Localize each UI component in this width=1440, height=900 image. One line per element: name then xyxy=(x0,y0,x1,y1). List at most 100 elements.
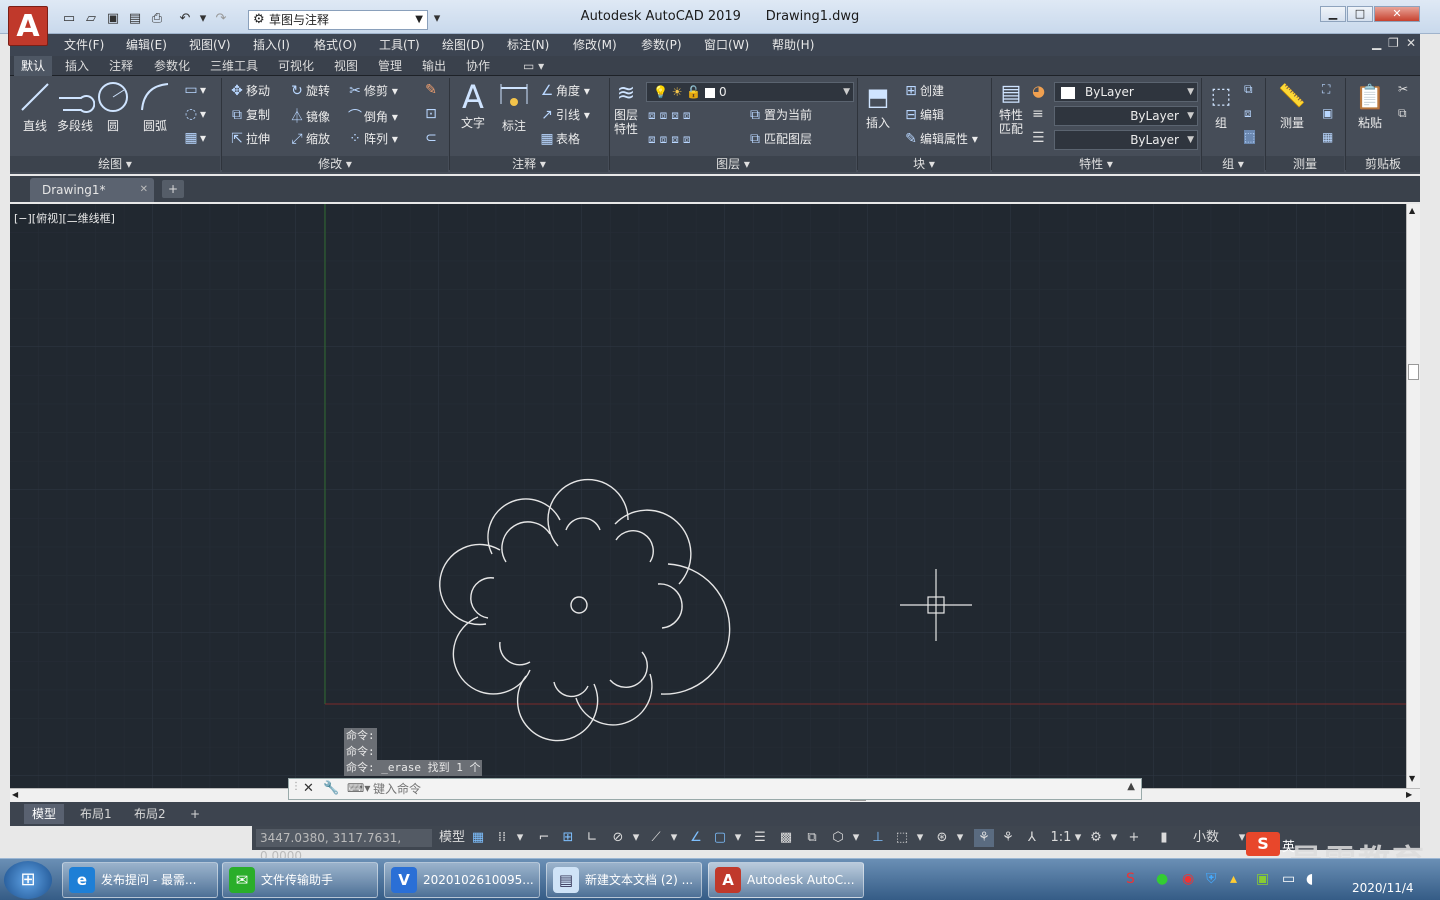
tab-insert[interactable]: 插入 xyxy=(58,56,96,76)
group-edit-icon[interactable]: ⧈ xyxy=(1244,106,1252,121)
rotate-button[interactable]: ↻ 旋转 xyxy=(288,82,330,99)
polyline-tool[interactable]: 多段线 xyxy=(54,80,96,134)
close-button[interactable]: ✕ xyxy=(1374,6,1420,22)
clipboard-panel-label[interactable]: 剪贴板 xyxy=(1346,156,1420,172)
rectangle-icon[interactable]: ▭ ▾ xyxy=(182,82,206,98)
command-input[interactable] xyxy=(373,780,933,798)
menu-dimension[interactable]: 标注(N) xyxy=(507,34,549,56)
menu-help[interactable]: 帮助(H) xyxy=(772,34,814,56)
workspace-gear-icon[interactable]: ⚙ xyxy=(1086,829,1106,847)
mdi-restore-button[interactable]: ❐ xyxy=(1388,36,1399,50)
taskbar-item-autocad[interactable]: A Autodesk AutoC... xyxy=(708,862,864,898)
drawing-canvas[interactable]: [−][俯视][二维线框] 命令: 命令: 命令: _erase 找到 1 个 xyxy=(10,204,1406,788)
vertical-scrollbar[interactable]: ▲ ▼ xyxy=(1406,204,1420,788)
chevron-down-icon[interactable]: ▾ xyxy=(732,829,744,847)
clock-date[interactable]: 2020/11/4 xyxy=(1352,881,1414,895)
quick-select-icon[interactable]: ⛶ xyxy=(1322,82,1330,97)
menu-view[interactable]: 视图(V) xyxy=(189,34,231,56)
sogou-tray-icon[interactable]: S xyxy=(1126,871,1135,887)
copy-button[interactable]: ⧉ 复制 xyxy=(228,106,270,123)
nvidia-icon[interactable]: ▣ xyxy=(1256,871,1269,887)
menu-format[interactable]: 格式(O) xyxy=(314,34,357,56)
move-button[interactable]: ✥ 移动 xyxy=(228,82,270,99)
tab-annotate[interactable]: 注释 xyxy=(102,56,140,76)
history-toggle-icon[interactable]: ▲ xyxy=(1127,781,1135,792)
modify-panel-label[interactable]: 修改 ▾ xyxy=(222,156,448,172)
auto-scale-icon[interactable]: ⚘ xyxy=(998,829,1018,847)
measure-tool[interactable]: 📏 测量 xyxy=(1272,80,1312,131)
annotation-panel-label[interactable]: 注释 ▾ xyxy=(450,156,608,172)
chevron-down-icon[interactable]: ▾ xyxy=(954,829,966,847)
object-snap-icon[interactable]: ▢ xyxy=(710,829,730,847)
trim-button[interactable]: ✂ 修剪 ▾ xyxy=(346,82,398,99)
start-button[interactable]: ⊞ xyxy=(4,861,52,899)
linetype-dropdown[interactable]: ByLayer ▼ xyxy=(1054,106,1198,126)
scroll-right-icon[interactable]: ▶ xyxy=(1406,790,1412,799)
menu-parametric[interactable]: 参数(P) xyxy=(641,34,682,56)
block-panel-label[interactable]: 块 ▾ xyxy=(858,156,990,172)
app-menu-button[interactable]: A xyxy=(8,6,48,46)
object-snap-tracking-icon[interactable]: ∠ xyxy=(686,829,706,847)
chevron-down-icon[interactable]: ▾ xyxy=(630,829,642,847)
taskbar-item-browser[interactable]: e 发布提问 - 最需... xyxy=(62,862,218,898)
scroll-up-icon[interactable]: ▲ xyxy=(1409,206,1415,215)
arc-tool[interactable]: 圆弧 xyxy=(138,80,172,134)
groups-panel-label[interactable]: 组 ▾ xyxy=(1202,156,1264,172)
menu-tools[interactable]: 工具(T) xyxy=(379,34,420,56)
calculator-icon[interactable]: ▦ xyxy=(1322,130,1333,144)
ribbon-toggle-button[interactable]: ▭ ▾ xyxy=(516,56,551,76)
wrench-icon[interactable]: 🔧 xyxy=(323,781,339,796)
taskbar-item-notepad[interactable]: ▤ 新建文本文档 (2) ... xyxy=(546,862,702,898)
annotation-scale-icon[interactable]: ⅄ xyxy=(1022,829,1042,847)
menu-edit[interactable]: 编辑(E) xyxy=(126,34,167,56)
chevron-down-icon[interactable]: ▾ xyxy=(1072,829,1084,847)
erase-icon[interactable]: ✎ xyxy=(422,82,440,98)
tab-default[interactable]: 默认 xyxy=(14,56,53,76)
insert-block-tool[interactable]: ⬒ 插入 xyxy=(860,80,896,131)
network-icon[interactable]: ▴ xyxy=(1230,871,1237,887)
tab-model[interactable]: 模型 xyxy=(24,804,65,824)
color-wheel-icon[interactable]: ◕ xyxy=(1032,82,1045,100)
leader-button[interactable]: ↗ 引线 ▾ xyxy=(538,106,590,123)
make-current-button[interactable]: ⧉ 置为当前 xyxy=(746,106,812,123)
tab-layout1[interactable]: 布局1 xyxy=(72,804,120,824)
hatch-icon[interactable]: ◌ ▾ xyxy=(182,106,206,122)
selection-filter-icon[interactable]: ⬚ xyxy=(892,829,912,847)
chevron-down-icon[interactable]: ▾ xyxy=(668,829,680,847)
dynamic-ucs-icon[interactable]: ⊥ xyxy=(868,829,888,847)
ungroup-icon[interactable]: ⧉ xyxy=(1244,82,1253,97)
tab-output[interactable]: 输出 xyxy=(415,56,453,76)
line-tool[interactable]: 直线 xyxy=(18,80,52,134)
dynamic-input-icon[interactable]: ⊞ xyxy=(558,829,578,847)
tab-parametric[interactable]: 参数化 xyxy=(147,56,197,76)
chevron-down-icon[interactable]: ▾ xyxy=(1108,829,1120,847)
stretch-button[interactable]: ⇱ 拉伸 xyxy=(228,130,270,147)
volume-icon[interactable]: ◖ xyxy=(1306,871,1313,887)
snap-icon[interactable]: ⁞⁞ xyxy=(492,829,512,847)
shield-icon[interactable]: ⛨ xyxy=(1206,871,1217,887)
chevron-down-icon[interactable]: ▾ xyxy=(914,829,926,847)
layer-tools-row-2[interactable]: ⧈⧈⧈⧈ xyxy=(648,132,695,147)
grip-icon[interactable]: ⋮ xyxy=(291,781,301,797)
group-tool[interactable]: ⬚ 组 xyxy=(1204,80,1238,131)
ortho-icon[interactable]: ∟ xyxy=(582,829,602,847)
annotation-visibility-icon[interactable]: ⚘ xyxy=(974,829,994,847)
3d-object-snap-icon[interactable]: ⬡ xyxy=(828,829,848,847)
tab-view[interactable]: 视图 xyxy=(327,56,365,76)
command-prompt-icon[interactable]: ⌨▾ xyxy=(347,781,370,795)
wechat-tray-icon[interactable]: ● xyxy=(1156,871,1168,887)
match-properties-tool[interactable]: ▤ 特性 匹配 xyxy=(994,80,1028,136)
lineweight-dropdown[interactable]: ByLayer ▼ xyxy=(1054,130,1198,150)
circle-tool[interactable]: 圆 xyxy=(96,80,130,134)
layers-panel-label[interactable]: 图层 ▾ xyxy=(610,156,856,172)
layer-tools-row-1[interactable]: ⧈⧈⧈⧈ xyxy=(648,108,695,123)
cut-icon[interactable]: ✂ xyxy=(1398,82,1408,96)
viewport-controls[interactable]: [−][俯视][二维线框] xyxy=(14,210,115,226)
menu-draw[interactable]: 绘图(D) xyxy=(442,34,485,56)
tab-visualize[interactable]: 可视化 xyxy=(271,56,321,76)
edit-attributes-button[interactable]: ✎ 编辑属性 ▾ xyxy=(902,130,978,147)
transparency-icon[interactable]: ▩ xyxy=(776,829,796,847)
isodraft-icon[interactable]: ⟋ xyxy=(646,829,666,847)
units-value[interactable]: 小数 xyxy=(1176,829,1236,847)
mdi-minimize-button[interactable]: ▁ xyxy=(1372,36,1381,50)
